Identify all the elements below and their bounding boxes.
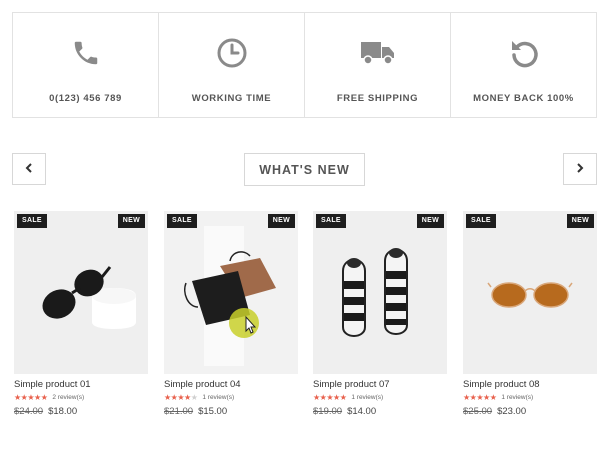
product-prices: $19.00 $14.00 (313, 406, 447, 417)
new-badge: NEW (566, 214, 594, 228)
chevron-left-icon (25, 160, 33, 178)
product-image[interactable]: SALE NEW (14, 211, 148, 374)
product-rating: ★★★★★ 2 review(s) (14, 393, 148, 402)
feature-label-free-shipping: FREE SHIPPING (336, 93, 419, 104)
star-rating-icon: ★★★★★ (14, 393, 48, 402)
old-price: $21.00 (164, 406, 194, 417)
star-rating-icon: ★★★★★ (463, 393, 497, 402)
current-price: $23.00 (497, 406, 527, 417)
chevron-right-icon (576, 160, 584, 178)
old-price: $24.00 (14, 406, 44, 417)
product-prices: $21.00 $15.00 (164, 406, 298, 417)
features-strip: 0(123) 456 789 WORKING TIME FREE SHIPPIN… (12, 12, 597, 118)
carousel-next-button[interactable] (563, 153, 597, 185)
review-count[interactable]: 1 review(s) (351, 394, 383, 401)
current-price: $18.00 (48, 406, 78, 417)
product-name[interactable]: Simple product 01 (14, 379, 148, 390)
feature-money-back: MONEY BACK 100% (451, 13, 596, 117)
product-card[interactable]: SALE NEW Simple product 01 ★★★★★ 2 revie… (14, 211, 148, 417)
truck-icon (360, 35, 396, 71)
product-prices: $24.00 $18.00 (14, 406, 148, 417)
star-rating-icon: ★★★★★ (313, 393, 347, 402)
product-card[interactable]: SALE NEW Simple product 08 ★★★★★ 1 revie… (463, 211, 597, 417)
product-rating: ★★★★★ 1 review(s) (164, 393, 298, 402)
current-price: $14.00 (347, 406, 377, 417)
feature-label-money-back: MONEY BACK 100% (473, 93, 574, 104)
new-badge: NEW (416, 214, 444, 228)
review-count[interactable]: 1 review(s) (202, 394, 234, 401)
product-name[interactable]: Simple product 07 (313, 379, 447, 390)
product-prices: $25.00 $23.00 (463, 406, 597, 417)
sale-badge: SALE (316, 214, 346, 228)
feature-label-working-time: WORKING TIME (191, 93, 272, 104)
orange-sunglasses-image (463, 211, 597, 374)
sunglasses-image (14, 211, 148, 374)
product-name[interactable]: Simple product 08 (463, 379, 597, 390)
section-title: WHAT'S NEW (244, 153, 365, 186)
feature-working-time: WORKING TIME (159, 13, 305, 117)
sale-badge: SALE (167, 214, 197, 228)
current-price: $15.00 (198, 406, 228, 417)
review-count[interactable]: 2 review(s) (52, 394, 84, 401)
feature-phone: 0(123) 456 789 (13, 13, 159, 117)
sneakers-image (313, 211, 447, 374)
old-price: $25.00 (463, 406, 493, 417)
new-badge: NEW (117, 214, 145, 228)
feature-label-phone: 0(123) 456 789 (49, 93, 122, 104)
product-card[interactable]: SALE NEW Simple product 07 ★★★★★ 1 revie… (313, 211, 447, 417)
product-image[interactable]: SALE NEW (313, 211, 447, 374)
new-badge: NEW (267, 214, 295, 228)
sale-badge: SALE (17, 214, 47, 228)
product-card[interactable]: SALE NEW Simple product 04 ★★★★★ 1 revie… (164, 211, 298, 417)
product-rating: ★★★★★ 1 review(s) (463, 393, 597, 402)
refresh-icon (506, 35, 542, 71)
bags-image (164, 211, 298, 374)
product-name[interactable]: Simple product 04 (164, 379, 298, 390)
clock-icon (214, 35, 250, 71)
old-price: $19.00 (313, 406, 343, 417)
product-image[interactable]: SALE NEW (463, 211, 597, 374)
sale-badge: SALE (466, 214, 496, 228)
star-rating-icon: ★★★★★ (164, 393, 198, 402)
feature-free-shipping: FREE SHIPPING (305, 13, 451, 117)
product-rating: ★★★★★ 1 review(s) (313, 393, 447, 402)
carousel-prev-button[interactable] (12, 153, 46, 185)
product-image[interactable]: SALE NEW (164, 211, 298, 374)
phone-icon (68, 35, 104, 71)
review-count[interactable]: 1 review(s) (501, 394, 533, 401)
